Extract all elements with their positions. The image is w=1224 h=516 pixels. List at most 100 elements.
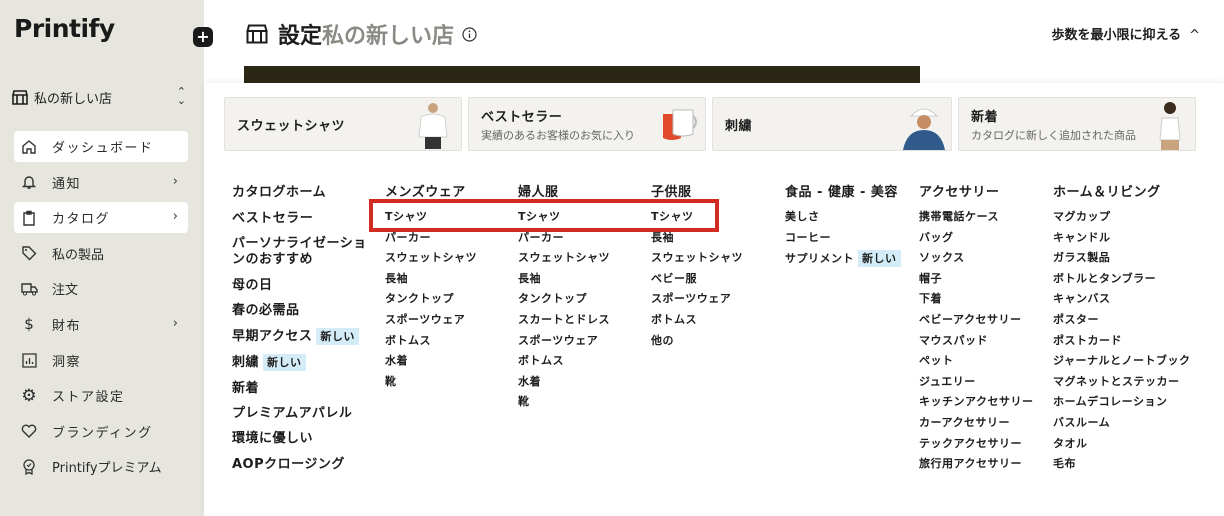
menu-item[interactable]: タンクトップ — [385, 293, 477, 305]
sidebar-item-catalog[interactable]: カタログ › — [14, 202, 188, 234]
menu-item[interactable]: コーヒー — [785, 231, 901, 244]
menu-item[interactable]: 環境に優しい — [232, 431, 372, 447]
sidebar-item-orders[interactable]: 注文 — [14, 273, 188, 304]
accessories-heading[interactable]: アクセサリー — [919, 181, 1033, 200]
menu-item[interactable]: パーソナライゼーションのおすすめ — [232, 236, 372, 268]
menu-item[interactable]: テックアクセサリー — [919, 437, 1033, 450]
menu-item[interactable]: カーアクセサリー — [919, 416, 1033, 429]
menu-item[interactable]: ホームデコレーション — [1053, 396, 1190, 408]
promo-sweatshirts[interactable]: スウェットシャツ — [224, 97, 462, 151]
menu-item[interactable]: 携帯電話ケース — [919, 211, 1033, 223]
menu-item[interactable]: 新着 — [232, 381, 372, 397]
menu-item[interactable]: ペット — [919, 355, 1033, 367]
sidebar-item-dashboard[interactable]: ダッシュボード — [14, 131, 188, 162]
menu-item[interactable]: パーカー — [518, 231, 610, 244]
sidebar-item-notifications[interactable]: 通知 › — [14, 167, 188, 198]
sidebar-item-branding[interactable]: ブランディング — [14, 416, 188, 447]
menu-item[interactable]: マグカップ — [1053, 211, 1190, 223]
menu-item-embroidery[interactable]: 刺繍 新しい — [232, 354, 372, 372]
sidebar-item-wallet[interactable]: $ 財布 › — [14, 309, 188, 340]
menu-item[interactable]: スウェットシャツ — [518, 252, 610, 264]
menu-item[interactable]: バッグ — [919, 231, 1033, 244]
menu-item[interactable]: ジュエリー — [919, 375, 1033, 388]
menu-item[interactable]: 下着 — [919, 293, 1033, 305]
clipboard-icon — [20, 209, 38, 227]
kids-heading[interactable]: 子供服 — [651, 181, 743, 200]
menu-item[interactable]: 母の日 — [232, 278, 372, 294]
info-icon[interactable] — [462, 26, 477, 42]
menu-item[interactable]: 旅行用アクセサリー — [919, 458, 1033, 470]
menu-item[interactable]: ボトムス — [518, 355, 610, 367]
menu-item[interactable]: ベビー服 — [651, 272, 743, 285]
promo-new-arrivals[interactable]: 新着 カタログに新しく追加された商品 — [958, 97, 1196, 151]
food-health-beauty-column: 食品 - 健康 - 美容 美しさ コーヒー サプリメント 新しい — [785, 181, 901, 276]
menu-item[interactable]: ベストセラー — [232, 211, 372, 227]
page-title-store: 私の新しい店 — [322, 24, 455, 49]
menu-item[interactable]: ソックス — [919, 252, 1033, 264]
sweatshirt-product-image — [415, 101, 451, 153]
menu-item[interactable]: マウスパッド — [919, 334, 1033, 347]
menu-item[interactable]: スウェットシャツ — [651, 252, 743, 264]
menu-item[interactable]: 毛布 — [1053, 458, 1190, 470]
menu-item[interactable]: 帽子 — [919, 272, 1033, 285]
menu-item[interactable]: スポーツウェア — [651, 293, 743, 305]
menu-item[interactable]: ボトムス — [651, 313, 743, 326]
menu-item[interactable]: バスルーム — [1053, 416, 1190, 429]
chevron-up-icon: ^ — [1189, 28, 1200, 43]
menu-item[interactable]: マグネットとステッカー — [1053, 375, 1190, 388]
promo-embroidery[interactable]: 刺繍 — [712, 97, 952, 151]
promo-bestsellers[interactable]: ベストセラー 実績のあるお客様のお気に入り — [468, 97, 706, 151]
menu-item[interactable]: 水着 — [385, 355, 477, 367]
new-badge: 新しい — [263, 354, 306, 372]
menu-item[interactable]: スウェットシャツ — [385, 252, 477, 264]
menu-item[interactable]: ジャーナルとノートブック — [1053, 355, 1190, 367]
mens-heading[interactable]: メンズウェア — [385, 181, 477, 200]
minimize-steps-toggle[interactable]: 歩数を最小限に抑える ^ — [1051, 24, 1200, 43]
menu-item[interactable]: パーカー — [385, 231, 477, 244]
menu-item[interactable]: AOPクロージング — [232, 457, 372, 473]
sidebar-item-my-products[interactable]: 私の製品 — [14, 238, 188, 269]
menu-item[interactable]: 長袖 — [518, 272, 610, 285]
menu-item[interactable]: プレミアムアパレル — [232, 406, 372, 422]
menu-item[interactable]: ポスター — [1053, 313, 1190, 326]
banner-strip — [244, 66, 920, 83]
menu-item[interactable]: ベビーアクセサリー — [919, 313, 1033, 326]
menu-item[interactable]: ガラス製品 — [1053, 252, 1190, 264]
store-switcher[interactable]: 私の新しい店 ⌃ ⌄ — [10, 84, 188, 110]
menu-item-supplements[interactable]: サプリメント 新しい — [785, 250, 901, 268]
menu-item[interactable]: ボトルとタンブラー — [1053, 272, 1190, 285]
menu-item-early-access[interactable]: 早期アクセス 新しい — [232, 328, 372, 346]
menu-item[interactable]: 靴 — [385, 375, 477, 388]
sidebar-item-premium[interactable]: Printifyプレミアム — [14, 451, 188, 482]
home-heading[interactable]: ホーム＆リビング — [1053, 181, 1190, 200]
menu-item[interactable]: 春の必需品 — [232, 303, 372, 319]
menu-item[interactable]: 美しさ — [785, 211, 901, 223]
womens-heading[interactable]: 婦人服 — [518, 181, 610, 200]
catalog-home-link[interactable]: カタログホーム — [232, 181, 372, 200]
menu-item[interactable]: 水着 — [518, 375, 610, 388]
food-heading[interactable]: 食品 - 健康 - 美容 — [785, 181, 901, 200]
premium-icon — [20, 458, 38, 476]
add-store-button[interactable]: + — [193, 27, 213, 47]
promo-title: 刺繍 — [725, 118, 753, 134]
minimize-steps-label: 歩数を最小限に抑える — [1051, 28, 1182, 43]
menu-item[interactable]: キャンバス — [1053, 293, 1190, 305]
menu-item[interactable]: タオル — [1053, 437, 1190, 450]
menu-item[interactable]: タンクトップ — [518, 293, 610, 305]
promo-title: スウェットシャツ — [237, 118, 346, 134]
menu-item[interactable]: 長袖 — [385, 272, 477, 285]
menu-item[interactable]: キャンドル — [1053, 231, 1190, 244]
menu-item[interactable]: キッチンアクセサリー — [919, 396, 1033, 408]
home-icon — [20, 138, 38, 156]
menu-item[interactable]: スポーツウェア — [385, 313, 477, 326]
menu-item[interactable]: 他の — [651, 334, 743, 347]
menu-item[interactable]: 靴 — [518, 396, 610, 408]
sidebar-item-insights[interactable]: 洞察 — [14, 345, 188, 376]
menu-item[interactable]: スカートとドレス — [518, 313, 610, 326]
menu-item[interactable]: ボトムス — [385, 334, 477, 347]
printify-logo[interactable]: Printify — [14, 14, 115, 43]
menu-item[interactable]: スポーツウェア — [518, 334, 610, 347]
menu-item[interactable]: 長袖 — [651, 231, 743, 244]
sidebar-item-store-settings[interactable]: ⚙ ストア設定 — [14, 380, 188, 411]
menu-item[interactable]: ポストカード — [1053, 334, 1190, 347]
